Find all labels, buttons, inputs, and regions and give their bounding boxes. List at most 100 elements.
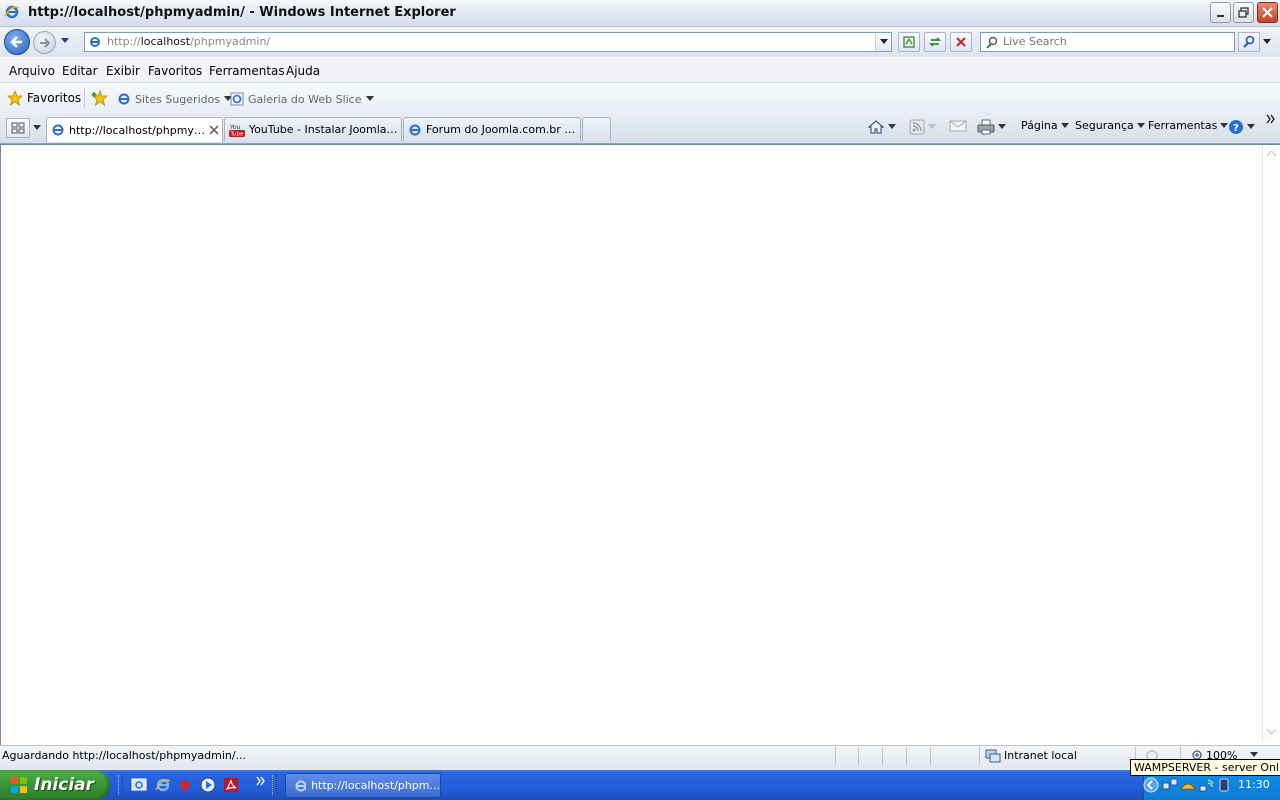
arrow-right-icon — [39, 37, 50, 48]
chevron-down-icon — [998, 124, 1006, 129]
suggested-sites-button[interactable]: Sites Sugeridos — [117, 92, 233, 106]
taskbar-grip[interactable] — [272, 775, 277, 795]
status-text: Aguardando http://localhost/phpmyadmin/.… — [2, 749, 247, 762]
show-desktop-icon[interactable] — [131, 777, 147, 793]
tab-title: Forum do Joomla.com.br • V... — [426, 123, 578, 136]
stop-icon — [956, 37, 966, 47]
tab-youtube[interactable]: You Tube YouTube - Instalar Joomla no... — [224, 117, 402, 141]
security-menu-button[interactable]: Segurança — [1075, 119, 1145, 132]
stop-button[interactable] — [950, 32, 972, 52]
windows-logo-icon — [11, 777, 27, 793]
feeds-button[interactable] — [909, 119, 936, 135]
chevron-down-icon[interactable] — [1250, 752, 1258, 758]
taskbar-button-ie[interactable]: http://localhost/phpm... — [285, 773, 441, 798]
read-mail-button[interactable] — [949, 119, 967, 133]
tab-list-button[interactable] — [31, 118, 43, 138]
page-icon — [90, 37, 100, 47]
internet-explorer-icon[interactable] — [155, 777, 171, 793]
ie-page-icon — [409, 124, 421, 135]
address-bar[interactable]: http://localhost/phpmyadmin/ — [84, 32, 892, 52]
favorites-divider — [84, 88, 85, 108]
menu-favoritos[interactable]: Favoritos — [148, 64, 202, 78]
solitaire-icon[interactable] — [177, 777, 193, 793]
status-divider — [835, 747, 836, 765]
chevron-double-right-icon[interactable] — [256, 776, 266, 786]
home-icon — [867, 120, 885, 134]
search-button[interactable] — [1238, 32, 1260, 52]
new-tab-button[interactable] — [582, 117, 611, 141]
minimize-button[interactable] — [1210, 2, 1231, 23]
home-button[interactable] — [867, 119, 896, 135]
status-divider — [906, 747, 907, 765]
compatibility-icon — [903, 36, 915, 48]
internet-explorer-icon — [295, 780, 307, 791]
address-text[interactable]: http://localhost/phpmyadmin/ — [107, 35, 270, 48]
mail-icon — [949, 120, 967, 132]
print-button[interactable] — [977, 119, 1006, 135]
web-slice-gallery-button[interactable]: Galeria do Web Slice — [230, 92, 374, 106]
chevron-down-icon — [879, 39, 888, 44]
chevron-down-icon — [365, 96, 374, 101]
search-input[interactable] — [1003, 35, 1223, 48]
start-button[interactable]: Iniciar — [0, 770, 110, 800]
menu-arquivo[interactable]: Arquivo — [9, 64, 55, 78]
adobe-reader-icon[interactable] — [223, 777, 239, 793]
address-path: /phpmyadmin/ — [190, 35, 271, 48]
ie-page-icon — [230, 92, 244, 106]
more-commands-button[interactable] — [1266, 114, 1276, 124]
forward-button[interactable] — [33, 31, 56, 54]
restore-icon — [1238, 7, 1249, 18]
printer-icon — [977, 119, 995, 135]
start-label: Iniciar — [34, 775, 95, 795]
network-icon[interactable] — [1162, 777, 1178, 793]
refresh-icon — [928, 37, 942, 47]
svg-text:Tube: Tube — [230, 131, 245, 137]
quicklaunch-grip[interactable] — [118, 775, 123, 795]
device-icon[interactable] — [1217, 777, 1231, 793]
status-divider — [882, 747, 883, 765]
page-content[interactable] — [0, 144, 1280, 745]
scroll-down-arrow[interactable] — [1265, 726, 1277, 738]
favorites-button[interactable]: Favoritos — [7, 90, 81, 106]
wampserver-icon[interactable] — [1180, 777, 1196, 793]
menu-editar[interactable]: Editar — [62, 64, 98, 78]
close-window-button[interactable] — [1257, 2, 1278, 23]
tab-title: YouTube - Instalar Joomla no... — [248, 123, 401, 136]
close-tab-icon[interactable] — [209, 125, 219, 135]
restore-button[interactable] — [1233, 2, 1254, 23]
clock[interactable]: 11:30 — [1238, 778, 1270, 791]
recent-pages-dropdown-icon[interactable] — [60, 37, 70, 45]
security-menu-label: Segurança — [1075, 119, 1134, 132]
tab-joomla-forum[interactable]: Forum do Joomla.com.br • V... — [403, 117, 581, 141]
menu-exibir[interactable]: Exibir — [106, 64, 140, 78]
wireless-icon[interactable] — [1198, 777, 1214, 793]
address-dropdown-button[interactable] — [875, 33, 891, 51]
star-icon — [7, 90, 23, 106]
tab-phpmyadmin[interactable]: http://localhost/phpmyad... — [46, 117, 223, 142]
youtube-icon: YouTube — [229, 124, 245, 137]
address-host: localhost — [140, 35, 191, 48]
quick-tabs-button[interactable] — [6, 118, 30, 138]
help-icon: ? — [1229, 120, 1243, 134]
intranet-zone-icon — [985, 749, 1001, 763]
search-options-button[interactable] — [1261, 32, 1273, 52]
chevron-down-icon — [1247, 124, 1255, 129]
show-hidden-icons-button[interactable] — [1143, 777, 1159, 793]
vertical-scrollbar[interactable] — [1262, 145, 1279, 742]
back-button[interactable] — [4, 29, 30, 55]
search-box[interactable] — [980, 32, 1235, 52]
svg-text:?: ? — [1233, 123, 1239, 134]
chevron-up-icon — [1266, 151, 1276, 157]
tools-menu-label: Ferramentas — [1148, 119, 1218, 132]
media-player-icon[interactable] — [200, 777, 216, 793]
add-to-favorites-icon[interactable] — [91, 89, 109, 107]
scroll-up-arrow[interactable] — [1265, 148, 1277, 160]
help-button[interactable]: ? — [1228, 119, 1255, 135]
compatibility-view-button[interactable] — [898, 32, 920, 52]
security-zone-text[interactable]: Intranet local — [1004, 749, 1077, 762]
menu-ferramentas[interactable]: Ferramentas — [209, 64, 285, 78]
page-menu-button[interactable]: Página — [1021, 119, 1069, 132]
refresh-button[interactable] — [924, 32, 946, 52]
tools-menu-button[interactable]: Ferramentas — [1148, 119, 1229, 132]
menu-ajuda[interactable]: Ajuda — [286, 64, 320, 78]
